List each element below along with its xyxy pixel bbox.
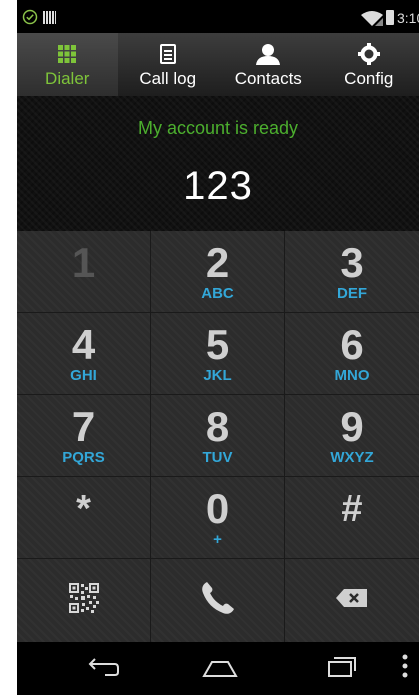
dialed-number-display[interactable]: 123 <box>17 164 419 209</box>
keypad-row: 7 PQRS 8 TUV 9 WXYZ <box>17 395 419 477</box>
key-8[interactable]: 8 TUV <box>151 395 285 476</box>
gear-icon <box>357 42 380 66</box>
key-letters: ABC <box>201 284 234 302</box>
tab-call-log-label: Call log <box>139 69 197 88</box>
account-status: My account is ready <box>137 118 299 138</box>
tab-bar: Dialer Call log Contacts Config <box>17 33 419 96</box>
key-digit: 1 <box>71 238 96 286</box>
key-star[interactable]: * <box>17 477 151 558</box>
tab-contacts[interactable]: Contacts <box>218 33 319 96</box>
key-digit: 3 <box>340 238 364 286</box>
backspace-button[interactable] <box>285 559 419 642</box>
key-digit: 7 <box>71 402 96 450</box>
qr-code-icon <box>68 583 99 618</box>
key-digit: 8 <box>205 402 230 450</box>
key-6[interactable]: 6 MNO <box>285 313 419 394</box>
key-5[interactable]: 5 JKL <box>151 313 285 394</box>
tab-contacts-label: Contacts <box>234 69 302 88</box>
tab-config[interactable]: Config <box>319 33 419 96</box>
key-digit: # <box>341 487 363 530</box>
key-letters: JKL <box>203 366 232 384</box>
home-icon[interactable] <box>202 656 238 683</box>
key-digit: 5 <box>205 320 230 368</box>
key-4[interactable]: 4 GHI <box>17 313 151 394</box>
key-letters: MNO <box>334 366 370 384</box>
check-circle-icon <box>22 9 38 30</box>
key-digit: 9 <box>340 402 364 450</box>
person-icon <box>255 42 281 66</box>
keypad-row: * 0 + # <box>17 477 419 559</box>
barcode-icon <box>43 11 56 24</box>
backspace-icon <box>336 588 368 613</box>
tab-dialer[interactable]: Dialer <box>17 33 118 96</box>
qr-code-button[interactable] <box>17 559 151 642</box>
key-digit: * <box>76 487 91 530</box>
back-icon[interactable] <box>85 656 119 683</box>
status-bar: 3:10 <box>17 0 419 33</box>
key-9[interactable]: 9 WXYZ <box>285 395 419 476</box>
phone-handset-icon <box>198 578 238 623</box>
recent-apps-icon[interactable] <box>327 656 357 683</box>
battery-icon <box>386 10 394 25</box>
key-letters: WXYZ <box>330 448 374 466</box>
list-icon <box>159 42 176 66</box>
keypad-action-row <box>17 559 419 642</box>
key-digit: 0 <box>205 484 230 532</box>
navigation-bar <box>17 642 419 695</box>
call-button[interactable] <box>151 559 285 642</box>
key-digit: 4 <box>71 320 96 368</box>
dialer-header: My account is ready 123 <box>17 96 419 231</box>
key-7[interactable]: 7 PQRS <box>17 395 151 476</box>
phone-screen: 3:10 Dialer Call log Contacts <box>17 0 419 695</box>
key-1[interactable]: 1 <box>17 231 151 312</box>
key-3[interactable]: 3 DEF <box>285 231 419 312</box>
keypad-row: 4 GHI 5 JKL 6 MNO <box>17 313 419 395</box>
grid-icon <box>57 42 77 66</box>
key-letters: + <box>213 530 222 548</box>
key-letters: DEF <box>337 284 367 302</box>
keypad-row: 1 2 ABC 3 DEF <box>17 231 419 313</box>
tab-config-label: Config <box>344 69 394 88</box>
key-letters: PQRS <box>62 448 105 466</box>
key-letters: GHI <box>70 366 97 384</box>
keypad: 1 2 ABC 3 DEF 4 GHI 5 JKL 6 MNO 7 PQRS 8… <box>17 231 419 642</box>
key-hash[interactable]: # <box>285 477 419 558</box>
key-digit: 2 <box>205 238 230 286</box>
wifi-icon <box>360 10 384 31</box>
overflow-menu-icon[interactable] <box>402 654 408 683</box>
clock: 3:10 <box>397 10 419 26</box>
key-digit: 6 <box>340 320 364 368</box>
key-0[interactable]: 0 + <box>151 477 285 558</box>
tab-call-log[interactable]: Call log <box>118 33 219 96</box>
key-letters: TUV <box>202 448 233 466</box>
tab-dialer-label: Dialer <box>45 69 90 88</box>
key-2[interactable]: 2 ABC <box>151 231 285 312</box>
